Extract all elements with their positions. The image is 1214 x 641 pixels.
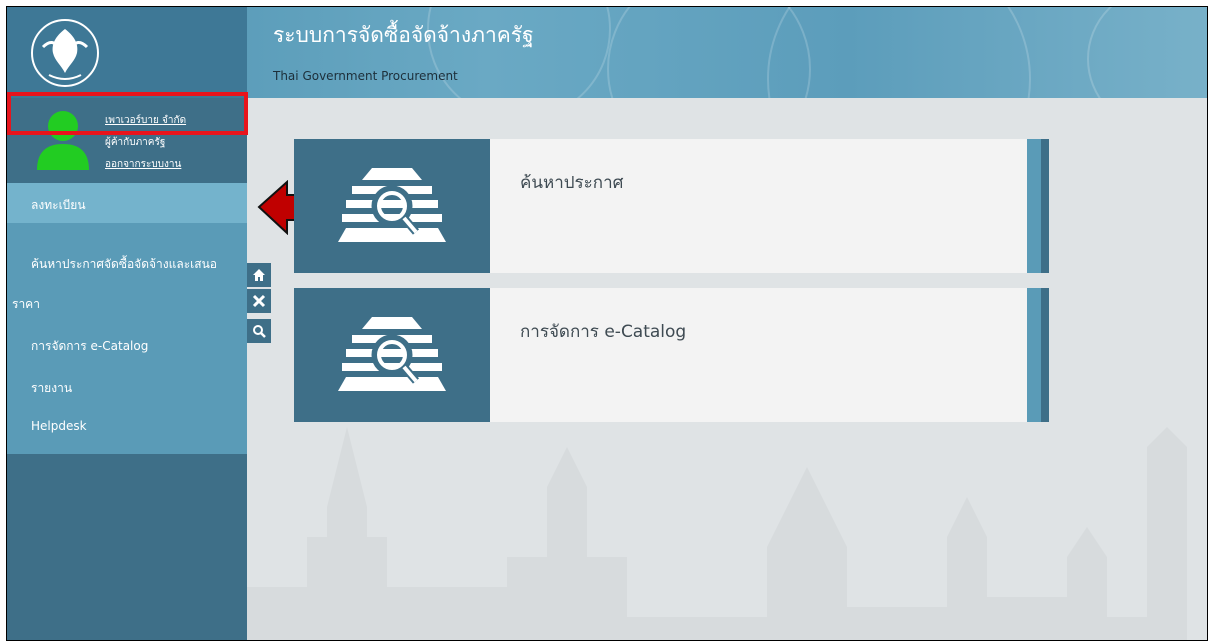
page-subtitle: Thai Government Procurement [273,69,458,83]
search-document-icon [338,168,446,242]
search-announcement-card[interactable]: ค้นหาประกาศ [294,139,1049,273]
search-button[interactable] [247,319,271,343]
search-document-icon [338,317,446,391]
search-icon [253,325,266,338]
sidebar-item-ecatalog[interactable]: การจัดการ e-Catalog [31,337,148,356]
card-label: ค้นหาประกาศ [520,173,624,193]
sidebar-item-report[interactable]: รายงาน [31,379,72,398]
highlight-box [7,92,248,135]
app-window: ระบบการจัดซื้อจัดจ้างภาครัฐ Thai Governm… [6,6,1208,641]
logout-link[interactable]: ออกจากระบบงาน [105,157,181,172]
card-body: ค้นหาประกาศ [490,139,1027,273]
sidebar-item-helpdesk[interactable]: Helpdesk [31,419,87,433]
card-accent-dark [1041,139,1049,273]
header-banner: ระบบการจัดซื้อจัดจ้างภาครัฐ Thai Governm… [7,7,1207,98]
sidebar: เพาเวอร์บาย จำกัด ผู้ค้ากับภาครัฐ ออกจาก… [7,98,247,640]
card-label: การจัดการ e-Catalog [520,322,687,342]
card-accent [1027,139,1041,273]
sidebar-item-label: ลงทะเบียน [31,198,86,212]
sidebar-menu: ลงทะเบียน ค้นหาประกาศจัดซื้อจัดจ้างและเส… [7,183,247,454]
home-icon [253,269,265,281]
card-accent [1027,288,1041,422]
card-icon-pane [294,288,490,422]
home-button[interactable] [247,263,271,287]
ecatalog-card[interactable]: การจัดการ e-Catalog [294,288,1049,422]
temple-skyline-decoration [247,427,1187,640]
sidebar-item-search-announcement[interactable]: ค้นหาประกาศจัดซื้อจัดจ้างและเสนอ [31,255,217,274]
department-logo [31,19,99,87]
card-accent-dark [1041,288,1049,422]
logo-area [7,7,247,98]
card-icon-pane [294,139,490,273]
sidebar-item-label-wrap[interactable]: ราคา [12,295,40,314]
user-role: ผู้ค้ากับภาครัฐ [105,137,166,148]
sidebar-item-register[interactable]: ลงทะเบียน [7,183,247,223]
close-icon [252,294,266,308]
page-title: ระบบการจัดซื้อจัดจ้างภาครัฐ [273,23,534,47]
card-body: การจัดการ e-Catalog [490,288,1027,422]
close-button[interactable] [247,289,271,313]
